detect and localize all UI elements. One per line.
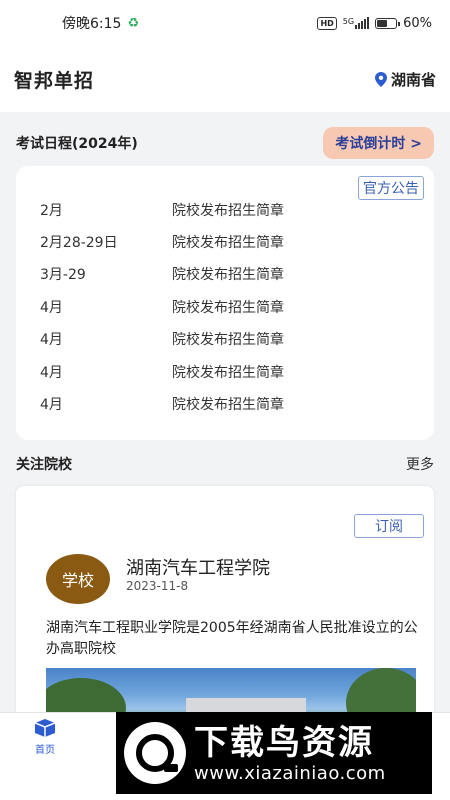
college-name: 湖南汽车工程学院	[126, 558, 270, 579]
schedule-row[interactable]: 3月-29 院校发布招生简章	[40, 264, 284, 284]
schedule-row[interactable]: 2月28-29日 院校发布招生简章	[40, 232, 284, 252]
status-indicators: HD 5G 60%	[317, 16, 432, 31]
schedule-event: 院校发布招生简章	[172, 300, 284, 316]
schedule-event: 院校发布招生简章	[172, 235, 284, 251]
status-time: 傍晚6:15	[62, 16, 122, 32]
schedule-date: 4月	[40, 397, 63, 413]
schedule-event: 院校发布招生简章	[172, 397, 284, 413]
schedule-event: 院校发布招生简章	[172, 365, 284, 381]
followed-section-header: 关注院校 更多	[0, 452, 450, 476]
schedule-row[interactable]: 2月 院校发布招生简章	[40, 200, 284, 220]
status-bar: 傍晚6:15 ♻ HD 5G 60%	[0, 0, 450, 46]
more-link[interactable]: 更多	[406, 454, 434, 474]
official-announcement-button[interactable]: 官方公告	[358, 176, 424, 200]
battery-icon	[375, 17, 401, 29]
college-card[interactable]: 订阅 学校 湖南汽车工程学院 2023-11-8 湖南汽车工程职业学院是2005…	[16, 486, 434, 726]
schedule-event: 院校发布招生简章	[172, 332, 284, 348]
schedule-date: 4月	[40, 365, 63, 381]
hd-icon: HD	[317, 16, 337, 30]
location-selector[interactable]: 湖南省	[374, 69, 436, 90]
schedule-date: 3月-29	[40, 267, 86, 283]
tab-home-label: 首页	[35, 745, 55, 756]
schedule-event: 院校发布招生简章	[172, 203, 284, 219]
signal-icon: 5G	[342, 17, 370, 29]
sync-icon: ♻	[127, 15, 140, 31]
schedule-date: 2月	[40, 203, 63, 219]
schedule-date: 4月	[40, 332, 63, 348]
followed-title: 关注院校	[16, 457, 72, 473]
app-title: 智邦单招	[14, 69, 95, 92]
schedule-section-header: 考试日程(2024年) 考试倒计时 >	[0, 127, 450, 159]
watermark-banner: 下载鸟资源 www.xiazainiao.com	[116, 712, 432, 794]
home-cube-icon	[35, 719, 55, 737]
college-description: 湖南汽车工程职业学院是2005年经湖南省人民批准设立的公办高职院校	[46, 620, 418, 657]
schedule-row[interactable]: 4月 院校发布招生简章	[40, 362, 284, 382]
schedule-date: 4月	[40, 300, 63, 316]
schedule-row[interactable]: 4月 院校发布招生简章	[40, 297, 284, 317]
schedule-card: 官方公告 2月 院校发布招生简章 2月28-29日 院校发布招生简章 3月-29…	[16, 166, 434, 440]
watermark-text: 下载鸟资源 www.xiazainiao.com	[194, 723, 386, 784]
location-pin-icon	[374, 71, 387, 87]
schedule-title: 考试日程(2024年)	[16, 136, 138, 152]
app-header: 智邦单招 湖南省	[0, 46, 450, 112]
college-date: 2023-11-8	[126, 579, 189, 593]
schedule-event: 院校发布招生简章	[172, 267, 284, 283]
status-time-group: 傍晚6:15 ♻	[62, 13, 139, 33]
exam-countdown-button[interactable]: 考试倒计时 >	[323, 127, 434, 159]
network-type: 5G	[342, 17, 355, 26]
location-label: 湖南省	[390, 70, 436, 89]
watermark-url: www.xiazainiao.com	[194, 762, 386, 784]
schedule-date: 2月28-29日	[40, 235, 118, 251]
battery-percent: 60%	[403, 15, 432, 31]
watermark-title: 下载鸟资源	[194, 722, 374, 763]
schedule-row[interactable]: 4月 院校发布招生简章	[40, 394, 284, 414]
college-avatar: 学校	[46, 554, 110, 604]
subscribe-button[interactable]: 订阅	[354, 514, 424, 538]
watermark-logo-icon	[124, 722, 186, 784]
tab-home[interactable]: 首页	[30, 719, 60, 756]
schedule-row[interactable]: 4月 院校发布招生简章	[40, 329, 284, 349]
